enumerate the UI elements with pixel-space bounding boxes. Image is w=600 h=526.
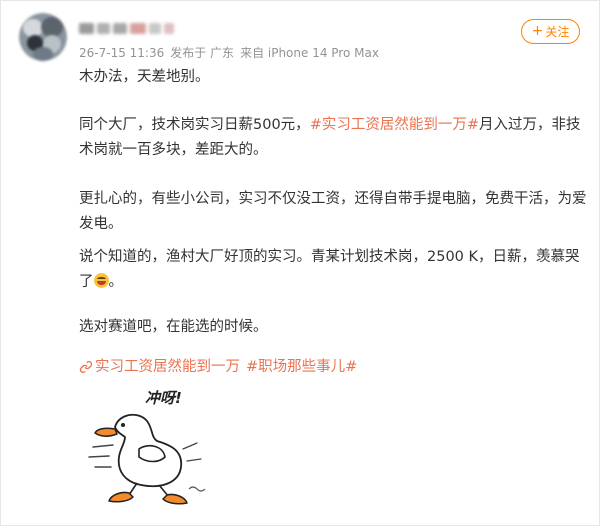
topic-links: 实习工资居然能到一万 #职场那些事儿#: [79, 357, 357, 377]
hashtag-link[interactable]: #实习工资居然能到一万#: [310, 117, 479, 133]
post-meta: 26-7-15 11:36 发布于 广东 来自 iPhone 14 Pro Max: [79, 44, 385, 61]
running-duck-sticker[interactable]: 冲呀!: [79, 379, 213, 513]
paragraph-4-text: 说个知道的，渔村大厂好顶的实习。青某计划技术岗，2500 K，日薪，羡慕哭了: [79, 249, 580, 290]
topic-link-workplace[interactable]: #职场那些事儿#: [246, 357, 357, 377]
paragraph-2: 同个大厂，技术岗实习日薪500元，#实习工资居然能到一万#月入过万，非技术岗就一…: [79, 113, 587, 163]
paragraph-2-text-a: 同个大厂，技术岗实习日薪500元，: [79, 117, 310, 133]
paragraph-4-end: 。: [108, 274, 124, 290]
post-device: 来自 iPhone 14 Pro Max: [240, 46, 379, 60]
weibo-post-card: 26-7-15 11:36 发布于 广东 来自 iPhone 14 Pro Max …: [0, 0, 600, 526]
post-time[interactable]: 26-7-15 11:36: [79, 46, 164, 60]
laugh-cry-emoji-icon: [93, 273, 109, 288]
paragraph-3: 更扎心的，有些小公司，实习不仅没工资，还得自带手提电脑，免费干活，为爱发电。: [79, 191, 587, 232]
author-avatar[interactable]: [19, 13, 67, 61]
duck-illustration-icon: 冲呀!: [88, 389, 206, 505]
topic-link-internship-salary[interactable]: 实习工资居然能到一万: [95, 357, 240, 377]
topic-link-icon: [79, 361, 93, 373]
paragraph-4: 说个知道的，渔村大厂好顶的实习。青某计划技术岗，2500 K，日薪，羡慕哭了。: [79, 245, 587, 295]
paragraph-5: 选对赛道吧，在能选的时候。: [79, 319, 268, 335]
paragraph-1: 木办法，天差地别。: [79, 69, 210, 85]
follow-button[interactable]: + 关注: [521, 19, 580, 44]
post-location: 发布于 广东: [170, 46, 235, 60]
sticker-caption: 冲呀!: [145, 389, 182, 407]
author-name[interactable]: [79, 21, 174, 35]
follow-label: 关注: [545, 25, 570, 39]
plus-icon: +: [531, 23, 544, 39]
